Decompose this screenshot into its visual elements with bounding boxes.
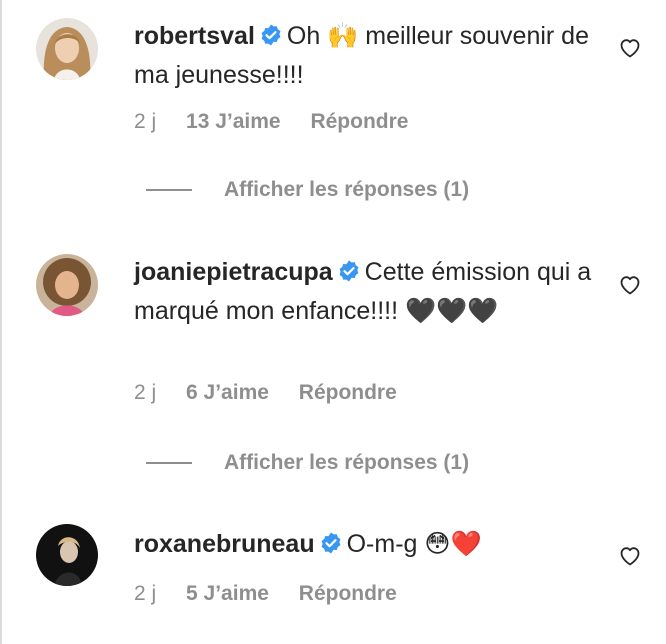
view-replies-button[interactable]: Afficher les réponses (1) [146, 451, 469, 475]
comment-text: roxanebruneau O-m-g 😳❤️ [134, 526, 604, 565]
heart-outline-icon[interactable] [618, 544, 642, 568]
username[interactable]: robertsval [134, 22, 255, 50]
avatar[interactable] [36, 18, 98, 80]
username[interactable]: roxanebruneau [134, 530, 315, 558]
likes-count[interactable]: 5 J’aime [186, 582, 269, 605]
username[interactable]: joaniepietracupa [134, 258, 333, 286]
comment-body: O-m-g 😳❤️ [346, 530, 482, 558]
reply-button[interactable]: Répondre [299, 381, 397, 404]
replies-line [146, 462, 192, 465]
comment-text: robertsval Oh 🙌 meilleur souvenir de ma j… [134, 18, 604, 93]
likes-count[interactable]: 6 J’aime [186, 381, 269, 404]
likes-count[interactable]: 13 J’aime [186, 110, 281, 133]
view-replies-label: Afficher les réponses (1) [224, 451, 470, 474]
timestamp[interactable]: 2 j [134, 582, 156, 605]
verified-badge-icon [319, 529, 343, 565]
verified-badge-icon [337, 257, 361, 293]
timestamp[interactable]: 2 j [134, 110, 156, 133]
comment-meta: 2 j 6 J’aime Répondre [134, 381, 421, 405]
left-divider [0, 0, 2, 644]
timestamp[interactable]: 2 j [134, 381, 156, 404]
heart-outline-icon[interactable] [618, 273, 642, 297]
reply-button[interactable]: Répondre [310, 110, 408, 133]
verified-badge-icon [259, 21, 283, 57]
reply-button[interactable]: Répondre [299, 582, 397, 605]
avatar[interactable] [36, 254, 98, 316]
view-replies-button[interactable]: Afficher les réponses (1) [146, 178, 469, 202]
comment-meta: 2 j 5 J’aime Répondre [134, 582, 421, 606]
comment-meta: 2 j 13 J’aime Répondre [134, 110, 432, 134]
heart-outline-icon[interactable] [618, 36, 642, 60]
view-replies-label: Afficher les réponses (1) [224, 178, 470, 201]
replies-line [146, 189, 192, 192]
comment-text: joaniepietracupa Cette émission qui a mar… [134, 254, 604, 329]
avatar[interactable] [36, 524, 98, 586]
